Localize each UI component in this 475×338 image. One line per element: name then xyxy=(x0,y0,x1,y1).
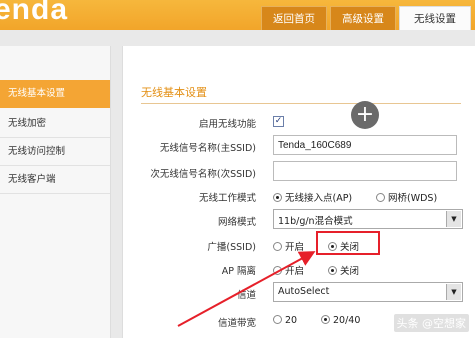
plus-icon[interactable]: + xyxy=(351,101,379,129)
chevron-down-icon[interactable]: ▼ xyxy=(446,211,461,227)
ap-isolation-off-text: 关闭 xyxy=(340,266,360,277)
network-mode-select[interactable]: 11b/g/n混合模式 ▼ xyxy=(273,209,463,229)
sidebar: 无线基本设置 无线加密 无线访问控制 无线客户端 xyxy=(0,46,111,338)
radio-broadcast-on[interactable] xyxy=(273,242,282,251)
top-header: enda 返回首页 高级设置 无线设置 xyxy=(0,0,475,30)
ap-isolation-label: AP 隔离 xyxy=(221,266,256,277)
work-mode-label: 无线工作模式 xyxy=(198,193,256,204)
work-mode-wds-text: 网桥(WDS) xyxy=(388,193,438,204)
primary-ssid-label: 无线信号名称(主SSID) xyxy=(159,143,256,154)
sidebar-item-wireless-clients[interactable]: 无线客户端 xyxy=(0,166,110,194)
tab-wireless-settings[interactable]: 无线设置 xyxy=(399,6,471,30)
tenda-logo: enda xyxy=(0,0,84,32)
radio-wds[interactable] xyxy=(376,193,385,202)
bandwidth-20-text: 20 xyxy=(285,315,298,326)
bandwidth-label: 信道带宽 xyxy=(217,318,256,329)
sidebar-item-access-control[interactable]: 无线访问控制 xyxy=(0,138,110,166)
secondary-ssid-label: 次无线信号名称(次SSID) xyxy=(150,169,256,180)
watermark: 头条 @空想家 xyxy=(393,314,469,332)
primary-ssid-input[interactable] xyxy=(273,135,457,155)
radio-bandwidth-20[interactable] xyxy=(273,315,282,324)
channel-label: 信道 xyxy=(236,290,256,301)
sidebar-item-wireless-encryption[interactable]: 无线加密 xyxy=(0,110,110,138)
section-divider xyxy=(141,103,461,104)
main-panel: 无线基本设置 启用无线功能 ✓ + 无线信号名称(主SSID) 次无线信号名称(… xyxy=(122,46,475,338)
radio-isolation-off[interactable] xyxy=(328,266,337,275)
network-mode-value: 11b/g/n混合模式 xyxy=(278,216,353,227)
enable-wireless-checkbox[interactable]: ✓ xyxy=(273,116,284,127)
chevron-down-icon[interactable]: ▼ xyxy=(446,284,461,300)
bandwidth-20-option[interactable]: 20 xyxy=(273,315,297,326)
radio-ap[interactable] xyxy=(273,193,282,202)
radio-bandwidth-2040[interactable] xyxy=(321,315,330,324)
broadcast-ssid-label: 广播(SSID) xyxy=(207,242,256,253)
bandwidth-2040-text: 20/40 xyxy=(333,315,361,326)
broadcast-on-text: 开启 xyxy=(285,242,305,253)
channel-value: AutoSelect xyxy=(278,286,330,297)
section-title: 无线基本设置 xyxy=(141,86,207,99)
radio-isolation-on[interactable] xyxy=(273,266,282,275)
broadcast-on-option[interactable]: 开启 xyxy=(273,239,304,253)
tab-advanced-settings[interactable]: 高级设置 xyxy=(330,6,396,30)
work-mode-wds-option[interactable]: 网桥(WDS) xyxy=(376,190,437,204)
ap-isolation-on-text: 开启 xyxy=(285,266,305,277)
network-mode-label: 网络模式 xyxy=(217,217,256,228)
svg-text:enda: enda xyxy=(0,0,68,25)
work-mode-ap-text: 无线接入点(AP) xyxy=(285,193,353,204)
bandwidth-2040-option[interactable]: 20/40 xyxy=(321,315,360,326)
work-mode-ap-option[interactable]: 无线接入点(AP) xyxy=(273,190,352,204)
channel-select[interactable]: AutoSelect ▼ xyxy=(273,282,463,302)
enable-wireless-label: 启用无线功能 xyxy=(198,119,256,130)
annotation-highlight-box xyxy=(316,231,380,255)
tab-home[interactable]: 返回首页 xyxy=(261,6,327,30)
ap-isolation-on-option[interactable]: 开启 xyxy=(273,263,304,277)
logo-mark: enda xyxy=(0,0,68,26)
sidebar-item-wireless-basic[interactable]: 无线基本设置 xyxy=(0,80,110,108)
ap-isolation-off-option[interactable]: 关闭 xyxy=(328,263,359,277)
secondary-ssid-input[interactable] xyxy=(273,161,457,181)
